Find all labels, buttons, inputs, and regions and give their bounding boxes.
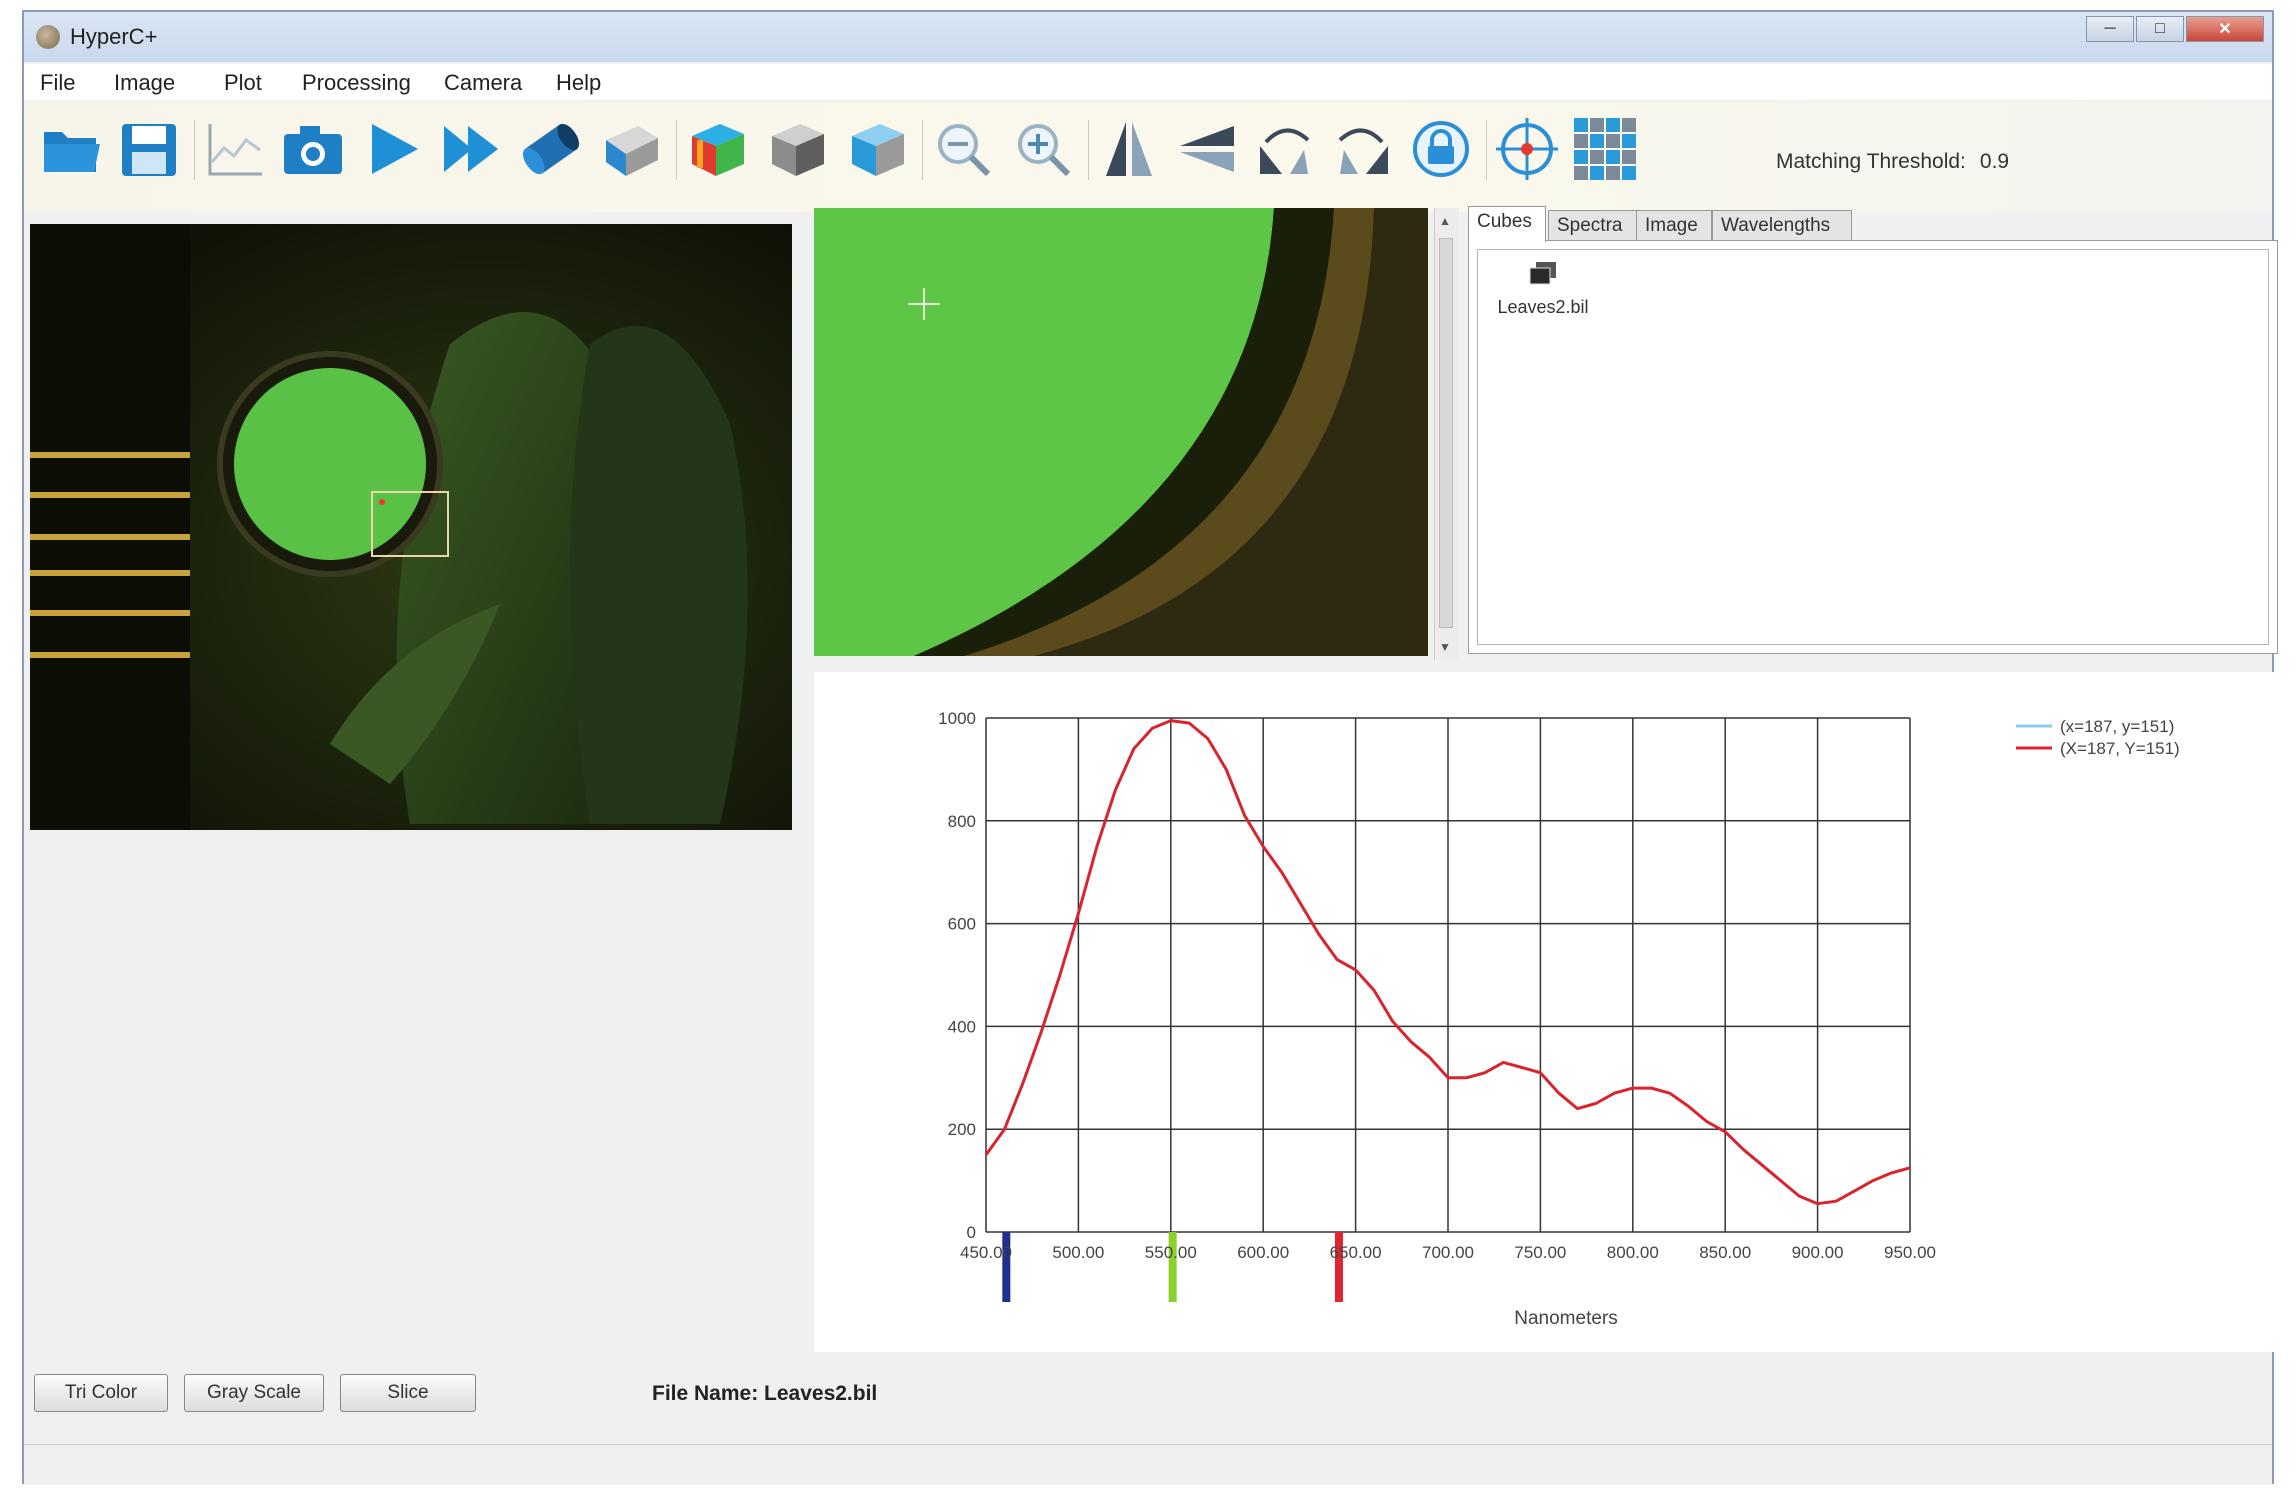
tab-cubes[interactable]: Cubes <box>1468 206 1546 242</box>
legend-entry-1: (x=187, y=151) <box>2060 717 2174 736</box>
flip-horizontal-icon[interactable] <box>1174 116 1240 182</box>
x-tick-label: 450.00 <box>960 1243 1012 1262</box>
x-tick-label: 800.00 <box>1607 1243 1659 1262</box>
menu-plot[interactable]: Plot <box>224 70 262 96</box>
scroll-up-icon[interactable]: ▲ <box>1439 214 1451 228</box>
legend-entry-2: (X=187, Y=151) <box>2060 739 2180 758</box>
tab-spectra[interactable]: Spectra <box>1548 210 1638 240</box>
vertical-scrollbar[interactable]: ▲ ▼ <box>1434 208 1459 660</box>
flip-vertical-icon[interactable] <box>1096 116 1162 182</box>
x-tick-label: 500.00 <box>1052 1243 1104 1262</box>
y-tick-label: 1000 <box>938 709 976 728</box>
scroll-thumb[interactable] <box>1439 238 1453 628</box>
hyperspectral-image[interactable] <box>30 224 792 830</box>
cube-file-label: Leaves2.bil <box>1497 297 1589 317</box>
play-icon[interactable] <box>360 116 426 182</box>
toolbar: Matching Threshold: 0.9 <box>24 102 2272 212</box>
y-tick-label: 400 <box>948 1017 976 1036</box>
maximize-button[interactable]: □ <box>2136 16 2184 42</box>
status-bar <box>24 1444 2272 1485</box>
y-tick-label: 200 <box>948 1120 976 1139</box>
camera-icon[interactable] <box>280 116 346 182</box>
rotate-left-icon[interactable] <box>1252 116 1318 182</box>
bottom-panel: Tri Color Gray Scale Slice File Name: Le… <box>24 1358 2272 1444</box>
app-window: HyperC+ ─ □ ✕ File Image Plot Processing… <box>22 10 2278 1485</box>
plot-icon[interactable] <box>202 116 268 182</box>
x-axis-label: Nanometers <box>1514 1308 1618 1329</box>
folder-open-icon[interactable] <box>38 116 104 182</box>
file-name: File Name: Leaves2.bil <box>652 1382 878 1405</box>
lock-icon[interactable] <box>1408 116 1474 182</box>
slice-button[interactable]: Slice <box>340 1374 476 1412</box>
save-icon[interactable] <box>116 116 182 182</box>
cube-file-item[interactable]: Leaves2.bil <box>1488 260 1598 318</box>
grid-icon[interactable] <box>1572 116 1638 182</box>
x-tick-label: 900.00 <box>1792 1243 1844 1262</box>
cube-icon[interactable] <box>598 116 664 182</box>
cube-file-icon <box>1529 262 1556 285</box>
close-button[interactable]: ✕ <box>2186 16 2264 42</box>
title-bar: HyperC+ ─ □ ✕ <box>24 12 2272 62</box>
x-tick-label: 700.00 <box>1422 1243 1474 1262</box>
x-tick-label: 950.00 <box>1884 1243 1936 1262</box>
tab-image[interactable]: Image <box>1636 210 1712 240</box>
tri-color-button[interactable]: Tri Color <box>34 1374 168 1412</box>
cylinder-icon[interactable] <box>518 116 584 182</box>
cubes-panel: Leaves2.bil <box>1468 240 2278 654</box>
spectrum-chart: 450.00 500.00 550.00 600.00 650.00 700.00 750.… <box>814 672 2276 1352</box>
menu-file[interactable]: File <box>40 70 75 96</box>
menu-camera[interactable]: Camera <box>444 70 522 96</box>
zoom-in-icon[interactable] <box>1010 116 1076 182</box>
menu-bar: File Image Plot Processing Camera Help <box>24 64 2272 100</box>
crosshair-icon[interactable] <box>1494 116 1560 182</box>
spectrum-chart-svg: 450.00 500.00 550.00 600.00 650.00 700.00 750.… <box>938 709 2180 1329</box>
x-tick-label: 850.00 <box>1699 1243 1751 1262</box>
menu-image[interactable]: Image <box>114 70 175 96</box>
menu-help[interactable]: Help <box>556 70 601 96</box>
rotate-right-icon[interactable] <box>1330 116 1396 182</box>
menu-processing[interactable]: Processing <box>302 70 411 96</box>
x-tick-label: 600.00 <box>1237 1243 1289 1262</box>
zoom-view[interactable] <box>814 208 1428 656</box>
window-title: HyperC+ <box>70 24 158 49</box>
x-tick-label: 750.00 <box>1514 1243 1566 1262</box>
matching-threshold: Matching Threshold: 0.9 <box>1776 150 2009 174</box>
fast-forward-icon[interactable] <box>438 116 504 182</box>
tab-wavelengths[interactable]: Wavelengths <box>1712 210 1852 240</box>
threshold-value[interactable]: 0.9 <box>1980 150 2009 173</box>
y-tick-label: 0 <box>967 1223 976 1242</box>
blue-cube-icon[interactable] <box>844 116 910 182</box>
scroll-down-icon[interactable]: ▼ <box>1439 640 1451 654</box>
rgb-cube-icon[interactable] <box>684 116 750 182</box>
gray-cube-icon[interactable] <box>764 116 830 182</box>
threshold-label: Matching Threshold: <box>1776 150 1966 173</box>
zoom-out-icon[interactable] <box>930 116 996 182</box>
x-tick-label: 650.00 <box>1330 1243 1382 1262</box>
x-tick-label: 550.00 <box>1145 1243 1197 1262</box>
y-tick-label: 800 <box>948 812 976 831</box>
app-icon <box>36 25 60 49</box>
gray-scale-button[interactable]: Gray Scale <box>184 1374 324 1412</box>
minimize-button[interactable]: ─ <box>2086 16 2134 42</box>
y-tick-label: 600 <box>948 915 976 934</box>
